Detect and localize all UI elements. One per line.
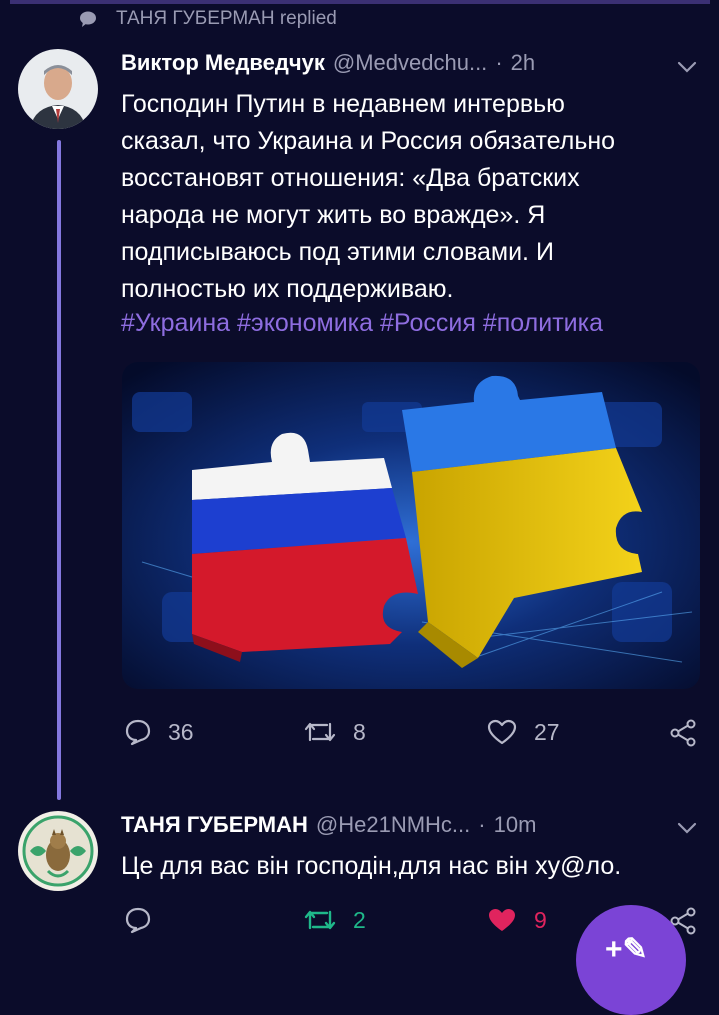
- tweet1-text: Господин Путин в недавнем интервью сказа…: [121, 86, 696, 308]
- like-count: 9: [534, 906, 547, 933]
- chat-bubble-icon: [80, 11, 96, 27]
- retweet-button[interactable]: 2: [303, 906, 366, 934]
- tweet-text-line: народа не могут жить во вражде». Я: [121, 201, 546, 229]
- tweet1-header: Виктор Медведчук @Medvedchu... · 2h: [121, 50, 535, 76]
- timestamp[interactable]: 10m: [494, 812, 537, 838]
- retweet-icon: [304, 722, 336, 742]
- retweet-count: 8: [353, 718, 366, 745]
- share-icon: [670, 719, 696, 747]
- like-button[interactable]: 9: [486, 906, 547, 934]
- tweet-text-line: Господин Путин в недавнем интервью: [121, 90, 565, 118]
- thread-line: [57, 140, 61, 800]
- reply-button[interactable]: [124, 906, 152, 934]
- share-button[interactable]: [668, 718, 698, 748]
- heart-icon: [489, 909, 515, 931]
- reply-icon: [125, 907, 151, 934]
- reply-count: 36: [168, 718, 194, 745]
- replied-label: ТАНЯ ГУБЕРМАН replied: [116, 8, 337, 29]
- author-name[interactable]: Виктор Медведчук: [121, 50, 325, 76]
- tweet-text-line: полностью их поддерживаю.: [121, 275, 454, 303]
- retweet-button[interactable]: 8: [303, 718, 366, 746]
- social-context[interactable]: ТАНЯ ГУБЕРМАН replied: [78, 6, 337, 32]
- chevron-down-icon[interactable]: [676, 821, 698, 835]
- author-name[interactable]: ТАНЯ ГУБЕРМАН: [121, 812, 308, 838]
- hashtags[interactable]: #Украина #экономика #Россия #политика: [121, 309, 603, 338]
- separator: ·: [478, 812, 486, 837]
- avatar-tweet1[interactable]: [18, 49, 98, 129]
- separator: ·: [495, 50, 503, 75]
- author-handle[interactable]: @Medvedchu...: [333, 50, 487, 76]
- top-divider: [10, 0, 710, 4]
- retweet-icon: [304, 910, 336, 930]
- compose-icon: +✎: [605, 933, 648, 966]
- chevron-down-icon[interactable]: [676, 60, 698, 74]
- tweet2-header: ТАНЯ ГУБЕРМАН @He21NMHc... · 10m: [121, 812, 536, 838]
- reply-button[interactable]: 36: [124, 718, 194, 746]
- heart-icon: [487, 719, 517, 745]
- tweet-media-image[interactable]: [122, 362, 700, 689]
- like-count: 27: [534, 718, 560, 745]
- tweet2-text: Це для вас він господін,для нас він ху@л…: [121, 852, 622, 880]
- author-handle[interactable]: @He21NMHc...: [316, 812, 470, 838]
- tweet-text-line: сказал, что Украина и Россия обязательно: [121, 127, 616, 155]
- retweet-count: 2: [353, 906, 366, 933]
- like-button[interactable]: 27: [486, 718, 560, 746]
- reply-icon: [125, 719, 151, 746]
- tweet-text-line: подписываюсь под этими словами. И: [121, 238, 554, 266]
- avatar-tweet2[interactable]: [18, 811, 98, 891]
- timestamp[interactable]: 2h: [511, 50, 535, 76]
- tweet-text-line: восстановят отношения: «Два братских: [121, 164, 580, 192]
